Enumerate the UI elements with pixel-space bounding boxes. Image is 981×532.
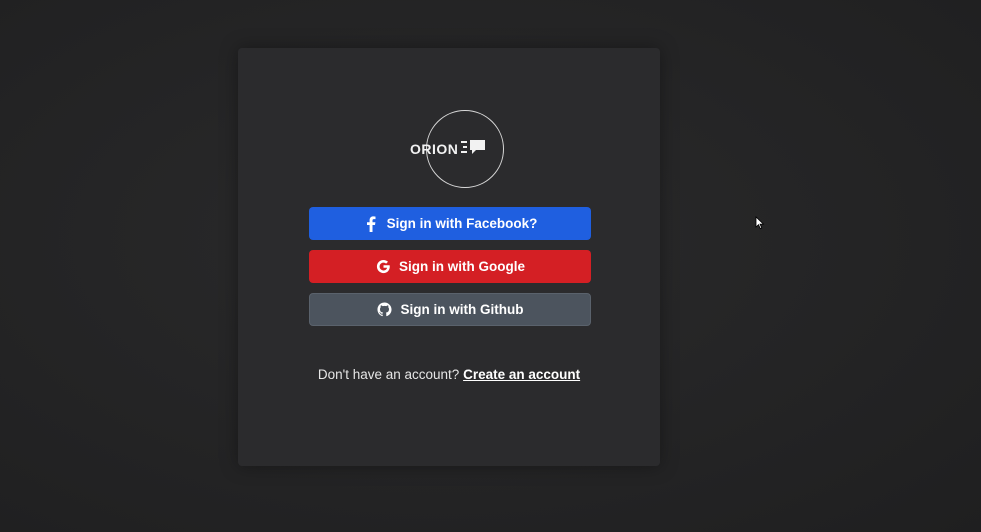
- signup-prompt-text: Don't have an account?: [317, 367, 460, 382]
- facebook-signin-button[interactable]: Sign in with Facebook?: [309, 207, 591, 240]
- github-signin-label: Sign in with Github: [400, 302, 524, 317]
- signin-panel: ORION Sign in with Facebook? Sign in wit…: [238, 48, 660, 466]
- mouse-cursor-icon: [755, 216, 765, 230]
- facebook-icon: [363, 215, 379, 232]
- google-signin-button[interactable]: Sign in with Google: [309, 250, 591, 283]
- brand-name: ORION: [410, 141, 459, 157]
- signup-prompt: Don't have an account? Create an account: [238, 367, 660, 382]
- facebook-signin-label: Sign in with Facebook?: [386, 216, 538, 231]
- brand-logo: ORION: [410, 139, 520, 160]
- chat-bubble-lines-icon: [461, 139, 487, 160]
- github-signin-button[interactable]: Sign in with Github: [309, 293, 591, 326]
- create-account-link[interactable]: Create an account: [463, 367, 580, 382]
- google-icon: [375, 259, 391, 275]
- github-icon: [377, 302, 393, 318]
- google-signin-label: Sign in with Google: [399, 259, 525, 274]
